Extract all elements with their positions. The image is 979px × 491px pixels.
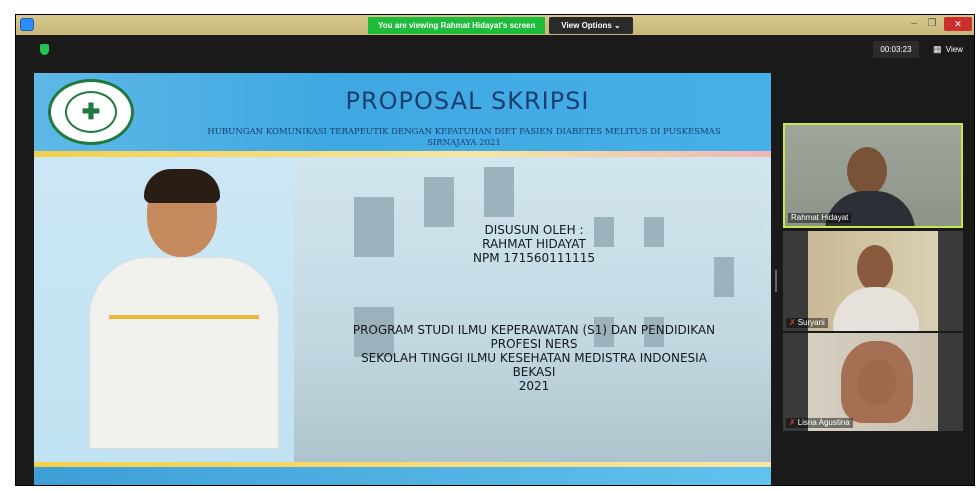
chevron-down-icon: ⌄ [614, 21, 621, 30]
muted-mic-icon: ✗ [789, 418, 796, 427]
minimize-button[interactable]: – [908, 17, 920, 31]
participant-name: ✗ Lisna Agustina [786, 418, 853, 428]
grid-icon: ▦ [933, 44, 942, 54]
slide-title: PROPOSAL SKRIPSI [345, 87, 590, 115]
institution-line-5: 2021 [518, 379, 550, 393]
slide-subtitle: HUBUNGAN KOMUNIKASI TERAPEUTIK DENGAN KE… [164, 127, 764, 149]
participant-tile-rahmat[interactable]: Rahmat Hidayat [783, 123, 963, 228]
author-line-2: RAHMAT HIDAYAT [482, 237, 586, 251]
slide-subtitle-line-1: HUBUNGAN KOMUNIKASI TERAPEUTIK DENGAN KE… [207, 127, 721, 137]
maximize-button[interactable]: ❐ [926, 17, 938, 31]
institution-line-1: PROGRAM STUDI ILMU KEPERAWATAN (S1) DAN … [352, 323, 716, 337]
institution-line-4: BEKASI [512, 365, 556, 379]
window-controls: – ❐ ✕ [908, 17, 972, 31]
slide-footer [34, 467, 771, 485]
author-line-3: NPM 171560111115 [473, 251, 595, 265]
view-button[interactable]: ▦ View [925, 41, 971, 58]
muted-mic-icon: ✗ [789, 318, 796, 327]
participant-name: ✗ Suryani [786, 318, 828, 328]
institution-line-2: PROFESI NERS [490, 337, 578, 351]
view-options-label: View Options [561, 21, 612, 30]
participant-tile-suryani[interactable]: ✗ Suryani [783, 231, 963, 331]
slide-body-text: DISUSUN OLEH : RAHMAT HIDAYAT NPM 171560… [304, 223, 764, 393]
participant-name: Rahmat Hidayat [788, 213, 852, 223]
slide-subtitle-line-2: SIRNAJAYA 2021 [427, 138, 501, 148]
participant-tile-lisna[interactable]: ✗ Lisna Agustina [783, 333, 963, 431]
shield-icon[interactable] [40, 44, 49, 55]
view-button-label: View [945, 45, 963, 54]
presenter-photo [89, 165, 279, 449]
meeting-timer: 00:03:23 [873, 41, 919, 58]
panel-splitter-handle[interactable] [775, 270, 777, 292]
zoom-window: You are viewing Rahmat Hidayat's screen … [15, 14, 975, 486]
zoom-app-icon [20, 18, 34, 31]
title-bar: You are viewing Rahmat Hidayat's screen … [16, 15, 974, 35]
close-button[interactable]: ✕ [944, 17, 972, 31]
author-line-1: DISUSUN OLEH : [484, 223, 584, 237]
shared-screen-slide: ✚ PROPOSAL SKRIPSI HUBUNGAN KOMUNIKASI T… [34, 73, 771, 485]
institution-line-3: SEKOLAH TINGGI ILMU KESEHATAN MEDISTRA I… [361, 351, 707, 365]
view-options-button[interactable]: View Options ⌄ [549, 17, 633, 34]
viewing-screen-banner: You are viewing Rahmat Hidayat's screen [368, 17, 546, 34]
